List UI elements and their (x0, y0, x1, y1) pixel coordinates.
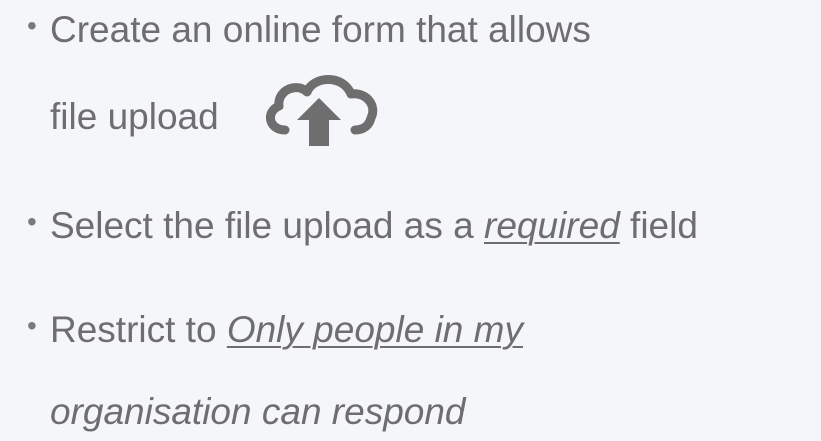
cloud-upload-icon (266, 75, 378, 146)
bullet-1-line-1: Create an online form that allows (50, 9, 591, 50)
bullet-3-line-2: organisation can respond (50, 390, 466, 434)
bullet-1-line-2: file upload (50, 96, 219, 137)
bullet-3-before: Restrict to (50, 309, 227, 350)
bullet-dot: • (27, 310, 37, 341)
slide: • Create an online form that allows file… (0, 0, 821, 441)
bullet-2-after: field (619, 205, 698, 246)
bullet-3-line-1: Restrict to Only people in my (50, 308, 523, 352)
bullet-2-before: Select the file upload as a (50, 205, 485, 246)
bullet-dot: • (27, 206, 37, 237)
bullet-2-text: Select the file upload as a required fie… (50, 204, 698, 248)
required-emphasis: required (484, 205, 620, 246)
restriction-emphasis-2: organisation can respond (50, 391, 466, 432)
restriction-emphasis-1: Only people in my (226, 309, 523, 350)
bullet-dot: • (27, 10, 37, 41)
